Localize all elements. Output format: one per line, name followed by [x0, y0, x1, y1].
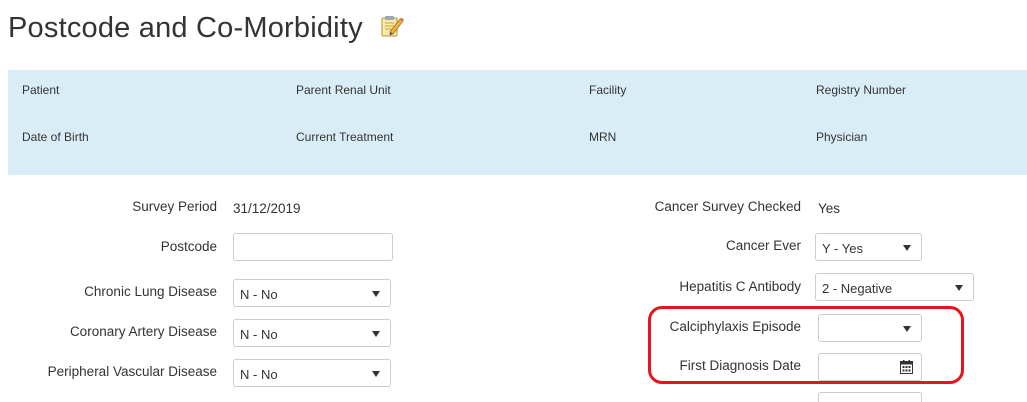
patient-info-panel: Patient Parent Renal Unit Facility Regis… — [8, 70, 1027, 175]
chronic-lung-disease-label: Chronic Lung Disease — [84, 284, 217, 299]
cancer-survey-checked-label: Cancer Survey Checked — [654, 199, 801, 214]
cancer-ever-select[interactable]: Y - Yes — [815, 233, 922, 261]
chronic-lung-disease-select[interactable]: N - No — [233, 279, 391, 307]
chevron-down-icon — [955, 285, 963, 291]
highlight-annotation — [648, 306, 964, 384]
survey-period-label: Survey Period — [132, 199, 217, 214]
date-of-birth-label: Date of Birth — [22, 130, 89, 144]
postcode-label: Postcode — [160, 239, 217, 254]
chevron-down-icon — [372, 291, 380, 297]
patient-label: Patient — [22, 83, 60, 97]
registry-number-label: Registry Number — [816, 83, 907, 97]
hepatitis-c-antibody-select[interactable]: 2 - Negative — [815, 273, 974, 301]
cancer-survey-checked-value: Yes — [818, 201, 841, 216]
chevron-down-icon — [903, 245, 911, 251]
page-title-text: Postcode and Co-Morbidity — [8, 12, 363, 44]
cancer-ever-label: Cancer Ever — [725, 238, 801, 253]
page-title: Postcode and Co-Morbidity — [8, 12, 405, 45]
chevron-down-icon — [372, 371, 380, 377]
physician-label: Physician — [816, 130, 868, 144]
peripheral-vascular-disease-label: Peripheral Vascular Disease — [47, 364, 217, 379]
chevron-down-icon — [372, 331, 380, 337]
survey-period-value: 31/12/2019 — [233, 201, 301, 216]
coronary-artery-disease-label: Coronary Artery Disease — [69, 324, 217, 339]
edit-notepad-icon[interactable] — [379, 13, 405, 39]
postcode-input[interactable] — [233, 233, 393, 261]
current-treatment-label: Current Treatment — [296, 130, 394, 144]
peripheral-vascular-disease-select[interactable]: N - No — [233, 359, 391, 387]
hepatitis-c-antibody-label: Hepatitis C Antibody — [679, 279, 801, 294]
facility-label: Facility — [589, 83, 627, 97]
mrn-label: MRN — [589, 130, 617, 144]
partial-next-field — [818, 392, 922, 402]
coronary-artery-disease-select[interactable]: N - No — [233, 319, 391, 347]
parent-renal-unit-label: Parent Renal Unit — [296, 83, 391, 97]
